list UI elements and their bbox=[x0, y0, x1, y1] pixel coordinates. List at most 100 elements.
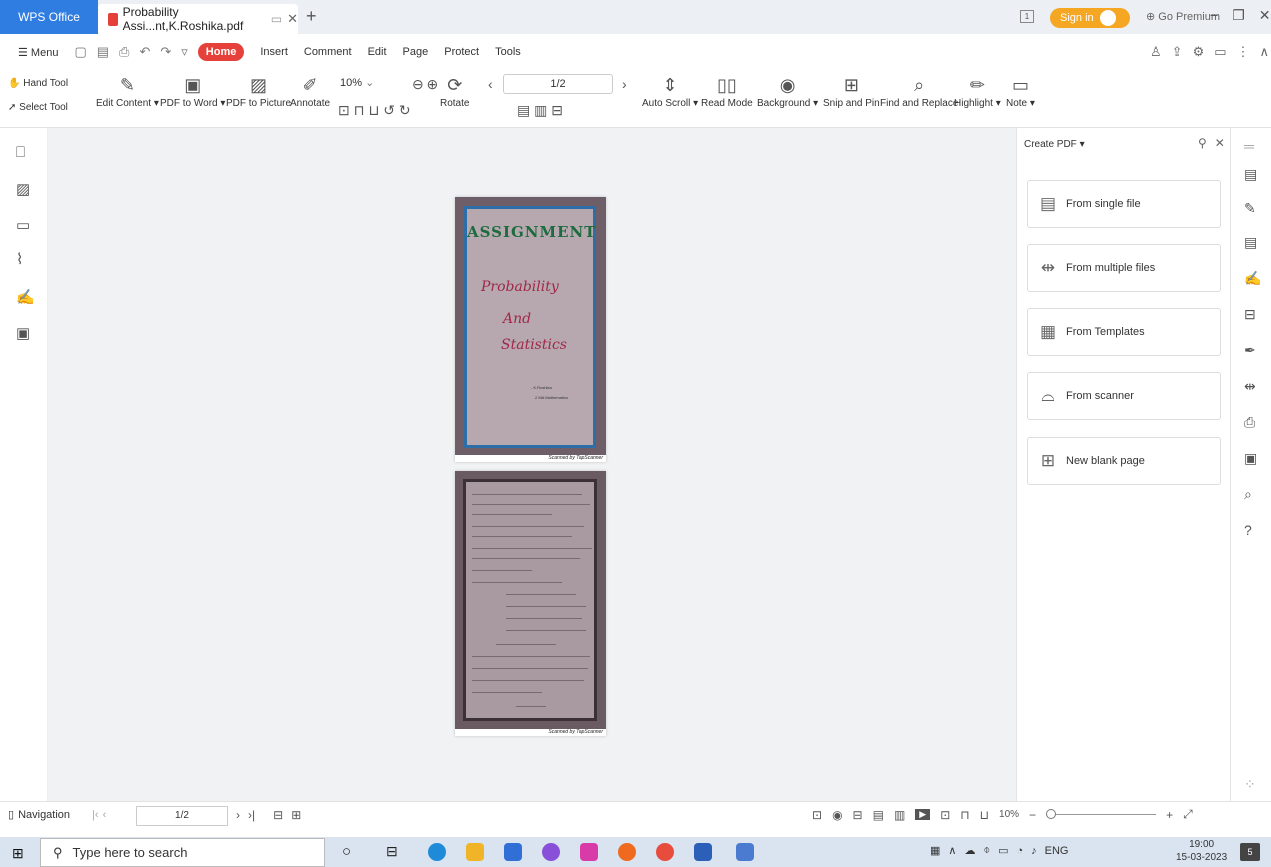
wifi-icon[interactable]: ◔ bbox=[1016, 845, 1023, 857]
status-zoom-value[interactable]: 10% bbox=[999, 809, 1019, 820]
chrome-icon[interactable] bbox=[656, 843, 674, 861]
prev-page-icon[interactable]: ‹ bbox=[103, 809, 107, 821]
tab-protect[interactable]: Protect bbox=[444, 46, 479, 58]
window-count-badge[interactable]: 1 bbox=[1020, 10, 1034, 23]
search-doc-icon[interactable]: ⌕ bbox=[1244, 486, 1252, 503]
volume-icon[interactable]: ♪ bbox=[1031, 845, 1037, 857]
tab-home[interactable]: Home bbox=[197, 43, 245, 61]
tab-tools[interactable]: Tools bbox=[495, 46, 521, 58]
enter-icon[interactable]: ⊞ bbox=[291, 808, 301, 822]
notification-center-icon[interactable]: 5 bbox=[1240, 843, 1260, 861]
from-templates-button[interactable]: ▦ From Templates bbox=[1027, 308, 1221, 356]
windows-start-icon[interactable]: ⊞ bbox=[12, 845, 24, 862]
app-icon[interactable] bbox=[542, 843, 560, 861]
continuous-view-icon[interactable]: ⊟ bbox=[853, 808, 863, 822]
minimize-icon[interactable]: − bbox=[1210, 7, 1218, 24]
zoom-slider[interactable] bbox=[1046, 809, 1157, 819]
usb-icon[interactable]: ⌽ bbox=[983, 844, 990, 857]
wps-office-tab[interactable]: WPS Office bbox=[0, 0, 98, 34]
rotate-button[interactable]: ⟳ Rotate bbox=[440, 72, 469, 109]
annotate-button[interactable]: ✐ Annotate bbox=[290, 72, 330, 109]
zoom-in-status-icon[interactable]: + bbox=[1166, 808, 1173, 822]
from-single-file-button[interactable]: ▤ From single file bbox=[1027, 180, 1221, 228]
collapse-ribbon-icon[interactable]: ∧ bbox=[1260, 44, 1270, 60]
tab-page[interactable]: Page bbox=[403, 46, 429, 58]
fit-width-status-icon[interactable]: ⊓ bbox=[960, 808, 969, 822]
share-user-icon[interactable]: ♙ bbox=[1150, 44, 1162, 60]
new-tab-button[interactable]: + bbox=[306, 6, 317, 27]
tab-insert[interactable]: Insert bbox=[260, 46, 288, 58]
snip-and-pin-button[interactable]: ⊞ Snip and Pin bbox=[823, 72, 880, 109]
background-button[interactable]: ◉ Background ▾ bbox=[757, 72, 818, 109]
tab-edit[interactable]: Edit bbox=[368, 46, 387, 58]
chevron-up-icon[interactable]: ∧ bbox=[948, 844, 956, 857]
zoom-controls[interactable]: ⊖ ⊕ bbox=[412, 76, 438, 93]
read-mode-button[interactable]: ▯▯ Read Mode bbox=[701, 72, 753, 109]
compress-icon[interactable]: ⊟ bbox=[1244, 306, 1256, 323]
close-window-icon[interactable]: ✕ bbox=[1259, 7, 1271, 24]
page-number-input[interactable]: 1/2 bbox=[503, 74, 613, 94]
eye-protect-icon[interactable]: ◉ bbox=[832, 808, 842, 822]
single-view-icon[interactable]: ▤ bbox=[873, 808, 884, 822]
dual-view-icon[interactable]: ▥ bbox=[894, 808, 905, 822]
note-button[interactable]: ▭ Note ▾ bbox=[1006, 72, 1035, 109]
close-panel-icon[interactable]: ✕ bbox=[1215, 136, 1225, 150]
chat-icon[interactable]: ▭ bbox=[1214, 44, 1226, 60]
wps-app-icon[interactable] bbox=[736, 843, 754, 861]
edge-icon[interactable] bbox=[428, 843, 446, 861]
last-page-icon[interactable]: ›| bbox=[248, 808, 255, 822]
pdf-to-word-button[interactable]: ▣ PDF to Word ▾ bbox=[160, 72, 225, 109]
hand-tool-button[interactable]: ✋ Hand Tool bbox=[8, 78, 68, 89]
fit-page-status-icon[interactable]: ⊔ bbox=[980, 808, 989, 822]
new-blank-page-button[interactable]: ⊞ New blank page bbox=[1027, 437, 1221, 485]
attachment-icon[interactable]: ⌇ bbox=[16, 250, 23, 268]
edit-pdf-icon[interactable]: ✎ bbox=[1244, 200, 1256, 217]
from-multiple-files-button[interactable]: ⇹ From multiple files bbox=[1027, 244, 1221, 292]
pin-icon[interactable]: ⚲ bbox=[1198, 136, 1207, 150]
menu-button[interactable]: ☰ Menu bbox=[18, 46, 58, 59]
tab-comment[interactable]: Comment bbox=[304, 46, 352, 58]
page-layout-icons[interactable]: ▤ ▥ ⊟ bbox=[517, 102, 563, 119]
word-convert-icon[interactable]: ▣ bbox=[16, 324, 30, 342]
word-app-icon[interactable] bbox=[694, 843, 712, 861]
play-icon[interactable]: ▶ bbox=[915, 809, 931, 820]
status-page-input[interactable]: 1/2 bbox=[136, 806, 228, 826]
exit-icon[interactable]: ⊟ bbox=[273, 808, 283, 822]
print-icon[interactable]: ⎙ bbox=[119, 44, 129, 60]
battery-icon[interactable]: ▭ bbox=[998, 844, 1008, 857]
prev-page-button[interactable]: ‹ bbox=[488, 76, 493, 92]
split-merge-icon[interactable]: ⇹ bbox=[1244, 378, 1256, 395]
signature-icon[interactable]: ✍ bbox=[16, 288, 35, 306]
apps-grid-icon[interactable]: ⁘ bbox=[1244, 776, 1256, 793]
fullscreen-icon[interactable]: ⤢ bbox=[1183, 807, 1193, 822]
zoom-slider-thumb[interactable] bbox=[1046, 809, 1057, 819]
printer-icon[interactable]: ⎙ bbox=[1244, 414, 1255, 431]
fit-icon[interactable]: ⊡ bbox=[812, 808, 822, 822]
document-tab[interactable]: Probability Assi...nt,K.Roshika.pdf ▭ ✕ bbox=[98, 4, 298, 34]
edit-content-button[interactable]: ✎ Edit Content ▾ bbox=[96, 72, 159, 109]
auto-scroll-button[interactable]: ⇕ Auto Scroll ▾ bbox=[642, 72, 698, 109]
view-mode-icons[interactable]: ⊡ ⊓ ⊔ ↺ ↻ bbox=[338, 102, 411, 119]
go-premium-button[interactable]: ⊕ Go Premium bbox=[1146, 10, 1220, 23]
onedrive-icon[interactable]: ☁ bbox=[964, 844, 975, 857]
comment-icon[interactable]: ▭ bbox=[16, 216, 30, 234]
page-2[interactable]: Scanned by TapScanner bbox=[455, 471, 606, 736]
bookmark-icon[interactable]: ⎕ bbox=[16, 144, 25, 161]
next-page-icon[interactable]: › bbox=[236, 808, 240, 822]
export-pdf-icon[interactable]: ▤ bbox=[1244, 234, 1257, 251]
from-scanner-button[interactable]: ⌓ From scanner bbox=[1027, 372, 1221, 420]
language-indicator[interactable]: ENG bbox=[1045, 845, 1069, 857]
navigation-button[interactable]: ▯ Navigation |‹ ‹ bbox=[8, 808, 107, 822]
redo-icon[interactable]: ↷ bbox=[160, 44, 171, 60]
page-1[interactable]: ASSIGNMENT Probability And Statistics - … bbox=[455, 197, 606, 462]
sign-in-button[interactable]: Sign in bbox=[1050, 8, 1130, 28]
cortana-icon[interactable]: ○ bbox=[342, 843, 351, 860]
create-pdf-icon[interactable]: ▤ bbox=[1244, 166, 1257, 183]
instagram-icon[interactable] bbox=[580, 843, 598, 861]
taskbar-search[interactable]: ⚲ Type here to search bbox=[40, 838, 325, 867]
select-tool-button[interactable]: ➚ Select Tool bbox=[8, 102, 68, 113]
fill-sign-icon[interactable]: ✍ bbox=[1244, 270, 1261, 287]
pdf-to-picture-button[interactable]: ▨ PDF to Picture bbox=[226, 72, 291, 109]
next-page-button[interactable]: › bbox=[622, 76, 627, 92]
task-view-icon[interactable]: ⊟ bbox=[386, 843, 398, 860]
